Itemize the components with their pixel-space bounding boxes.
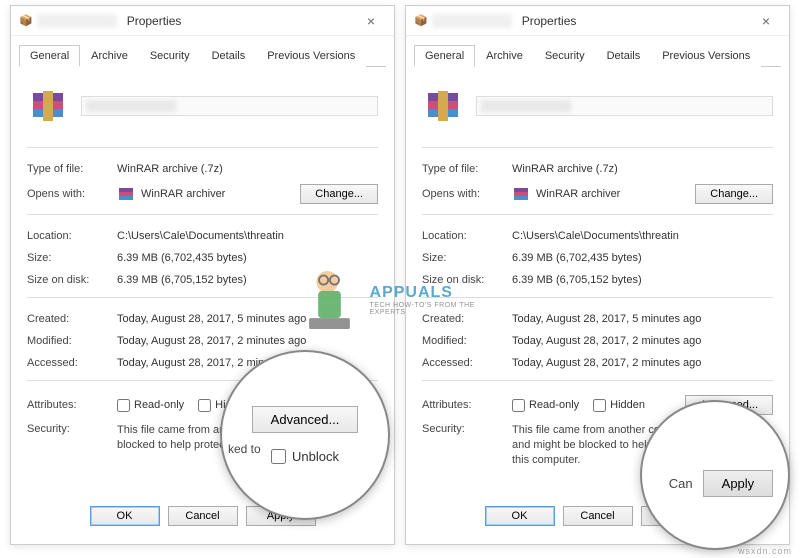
tab-archive[interactable]: Archive [475, 45, 534, 67]
readonly-checkbox[interactable]: Read-only [117, 399, 184, 412]
tab-details[interactable]: Details [201, 45, 257, 67]
winrar-small-icon: 📦 [19, 14, 33, 27]
modified-value: Today, August 28, 2017, 2 minutes ago [512, 335, 773, 347]
type-value: WinRAR archive (.7z) [117, 163, 378, 175]
zoom-cancel-partial: Can [669, 476, 693, 491]
readonly-label: Read-only [529, 399, 579, 411]
size-value: 6.39 MB (6,702,435 bytes) [117, 252, 378, 264]
titlebar: 📦 Properties × [406, 6, 789, 36]
attributes-label: Attributes: [422, 399, 512, 411]
type-label: Type of file: [422, 163, 512, 175]
tab-general[interactable]: General [414, 45, 475, 67]
opens-label: Opens with: [27, 188, 117, 200]
window-title: Properties [522, 14, 577, 28]
opens-value: WinRAR archiver [536, 188, 695, 200]
modified-value: Today, August 28, 2017, 2 minutes ago [117, 335, 378, 347]
accessed-label: Accessed: [27, 357, 117, 369]
watermark: wsxdn.com [738, 546, 792, 556]
location-value: C:\Users\Cale\Documents\threatin [117, 230, 378, 242]
winrar-small-icon: 📦 [414, 14, 428, 27]
opens-value: WinRAR archiver [141, 188, 300, 200]
created-label: Created: [422, 313, 512, 325]
tab-security[interactable]: Security [139, 45, 201, 67]
size-label: Size: [422, 252, 512, 264]
winrar-app-icon [512, 185, 530, 203]
readonly-label: Read-only [134, 399, 184, 411]
hidden-label: Hidden [610, 399, 645, 411]
filename-title-blur [37, 14, 117, 28]
zoom-unblock-checkbox[interactable]: Unblock [271, 449, 339, 464]
zoom-unblock-label: Unblock [292, 449, 339, 464]
accessed-label: Accessed: [422, 357, 512, 369]
size-value: 6.39 MB (6,702,435 bytes) [512, 252, 773, 264]
window-title: Properties [127, 14, 182, 28]
tab-previous-versions[interactable]: Previous Versions [651, 45, 761, 67]
close-icon[interactable]: × [356, 13, 386, 29]
created-value: Today, August 28, 2017, 5 minutes ago [117, 313, 378, 325]
attributes-label: Attributes: [27, 399, 117, 411]
hidden-checkbox[interactable]: Hidden [593, 399, 645, 412]
tab-security[interactable]: Security [534, 45, 596, 67]
filename-field[interactable] [81, 96, 378, 116]
change-button[interactable]: Change... [300, 184, 378, 204]
location-label: Location: [422, 230, 512, 242]
tabs-bar: General Archive Security Details Previou… [19, 44, 386, 67]
size-disk-label: Size on disk: [422, 274, 512, 286]
zoom-apply-button[interactable]: Apply [703, 470, 774, 497]
modified-label: Modified: [422, 335, 512, 347]
magnifier-unblock: Advanced... Unblock ked to [220, 350, 390, 520]
tab-details[interactable]: Details [596, 45, 652, 67]
opens-label: Opens with: [422, 188, 512, 200]
tabs-bar: General Archive Security Details Previou… [414, 44, 781, 67]
size-disk-label: Size on disk: [27, 274, 117, 286]
filename-field[interactable] [476, 96, 773, 116]
type-label: Type of file: [27, 163, 117, 175]
created-value: Today, August 28, 2017, 5 minutes ago [512, 313, 773, 325]
change-button[interactable]: Change... [695, 184, 773, 204]
filename-title-blur [432, 14, 512, 28]
size-disk-value: 6.39 MB (6,705,152 bytes) [117, 274, 378, 286]
winrar-file-icon [27, 85, 69, 127]
tab-archive[interactable]: Archive [80, 45, 139, 67]
modified-label: Modified: [27, 335, 117, 347]
size-label: Size: [27, 252, 117, 264]
type-value: WinRAR archive (.7z) [512, 163, 773, 175]
zoom-advanced-button[interactable]: Advanced... [252, 406, 359, 433]
accessed-value: Today, August 28, 2017, 2 minutes ago [512, 357, 773, 369]
ok-button[interactable]: OK [90, 506, 160, 526]
tab-previous-versions[interactable]: Previous Versions [256, 45, 366, 67]
close-icon[interactable]: × [751, 13, 781, 29]
winrar-app-icon [117, 185, 135, 203]
security-label: Security: [27, 423, 117, 435]
location-value: C:\Users\Cale\Documents\threatin [512, 230, 773, 242]
readonly-checkbox[interactable]: Read-only [512, 399, 579, 412]
tab-general[interactable]: General [19, 45, 80, 67]
ok-button[interactable]: OK [485, 506, 555, 526]
zoom-partial-text: ked to [228, 442, 261, 456]
security-label: Security: [422, 423, 512, 435]
titlebar: 📦 Properties × [11, 6, 394, 36]
location-label: Location: [27, 230, 117, 242]
size-disk-value: 6.39 MB (6,705,152 bytes) [512, 274, 773, 286]
cancel-button[interactable]: Cancel [563, 506, 633, 526]
cancel-button[interactable]: Cancel [168, 506, 238, 526]
winrar-file-icon [422, 85, 464, 127]
created-label: Created: [27, 313, 117, 325]
magnifier-apply: Can Apply [640, 400, 790, 550]
